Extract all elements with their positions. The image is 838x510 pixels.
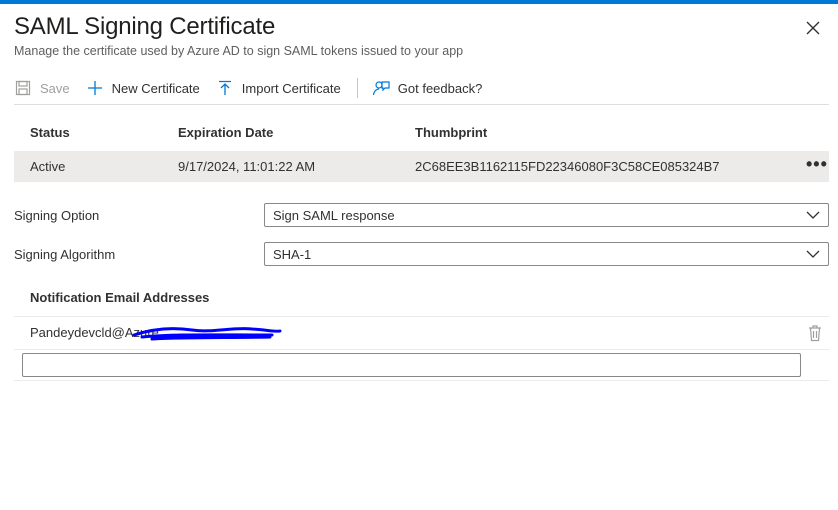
redaction-scribble [132, 327, 282, 341]
column-header-thumbprint: Thumbprint [415, 125, 488, 140]
save-label: Save [40, 80, 70, 96]
certificate-thumbprint: 2C68EE3B1162115FD22346080F3C58CE085324B7 [415, 159, 720, 174]
toolbar-divider [356, 78, 358, 98]
page-title: SAML Signing Certificate [14, 13, 276, 40]
signing-option-label: Signing Option [14, 208, 100, 223]
signing-algorithm-value: SHA-1 [273, 247, 312, 262]
feedback-icon [372, 79, 390, 97]
divider [14, 349, 829, 350]
top-accent-bar [0, 0, 838, 4]
chevron-down-icon [806, 211, 820, 219]
command-bar: Save New Certificate Import Certificate … [14, 72, 829, 105]
new-certificate-label: New Certificate [111, 80, 200, 96]
certificate-expiration: 9/17/2024, 11:01:22 AM [178, 159, 316, 174]
close-button[interactable] [802, 17, 824, 39]
delete-icon[interactable] [807, 324, 823, 342]
signing-option-dropdown[interactable]: Sign SAML response [264, 203, 829, 227]
feedback-label: Got feedback? [397, 80, 483, 96]
import-certificate-label: Import Certificate [241, 80, 341, 96]
certificate-table-header: Status Expiration Date Thumbprint [14, 118, 829, 148]
column-header-expiration: Expiration Date [178, 125, 274, 140]
list-item: Pandeydevcld@Azure [14, 317, 829, 349]
feedback-button[interactable]: Got feedback? [372, 73, 483, 103]
chevron-down-icon [806, 250, 820, 258]
signing-option-value: Sign SAML response [273, 208, 395, 223]
new-certificate-button[interactable]: New Certificate [86, 73, 200, 103]
new-email-input[interactable] [22, 353, 801, 377]
save-icon [14, 79, 32, 97]
plus-icon [86, 79, 104, 97]
page-subtitle: Manage the certificate used by Azure AD … [14, 44, 464, 58]
import-certificate-button[interactable]: Import Certificate [216, 73, 341, 103]
notification-emails-heading: Notification Email Addresses [30, 290, 210, 305]
signing-algorithm-dropdown[interactable]: SHA-1 [264, 242, 829, 266]
column-header-status: Status [30, 125, 70, 140]
more-options-icon[interactable]: ••• [806, 155, 827, 177]
upload-icon [216, 79, 234, 97]
close-icon [806, 21, 820, 35]
table-row[interactable]: Active 9/17/2024, 11:01:22 AM 2C68EE3B11… [14, 151, 829, 182]
certificate-status: Active [30, 159, 66, 174]
save-button[interactable]: Save [14, 73, 70, 103]
divider [14, 380, 829, 381]
signing-algorithm-label: Signing Algorithm [14, 247, 116, 262]
